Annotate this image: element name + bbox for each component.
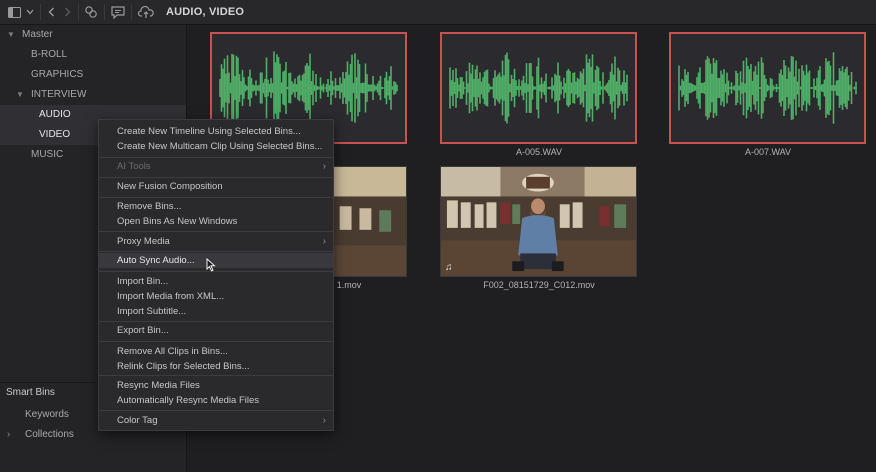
menu-item-new-fusion-composition[interactable]: New Fusion Composition [99,179,333,194]
menu-item-remove-bins[interactable]: Remove Bins... [99,199,333,214]
waveform-icon [449,52,628,124]
cloud-sync-icon[interactable] [137,4,155,20]
bin-label: INTERVIEW [31,89,87,100]
menu-item-label: Proxy Media [117,236,170,247]
menu-item-relink-clips[interactable]: Relink Clips for Selected Bins... [99,359,333,374]
chevron-down-icon[interactable]: ▼ [6,25,16,45]
bin-graphics[interactable]: GRAPHICS [0,65,186,85]
comment-icon[interactable] [110,4,126,20]
chevron-right-icon: › [322,415,326,426]
smart-bins-title: Smart Bins [6,387,55,398]
bin-label: B-ROLL [31,49,68,60]
bin-master[interactable]: ▼ Master [0,25,186,45]
link-icon[interactable] [83,4,99,20]
chevron-right-icon: › [322,161,326,172]
menu-item-open-bins-windows[interactable]: Open Bins As New Windows [99,214,333,229]
clip-thumbnail-audio-2[interactable] [440,32,637,144]
menu-item-import-subtitle[interactable]: Import Subtitle... [99,304,333,319]
menu-item-create-timeline[interactable]: Create New Timeline Using Selected Bins.… [99,124,333,139]
menu-item-create-multicam[interactable]: Create New Multicam Clip Using Selected … [99,139,333,154]
smart-bin-label: Keywords [25,409,69,420]
chevron-down-icon[interactable] [24,4,36,20]
menu-item-label: AI Tools [117,161,151,172]
back-arrow-icon[interactable] [45,4,57,20]
clip-name: F002_08151729_C012.mov [483,280,595,290]
bin-context-menu: Create New Timeline Using Selected Bins.… [98,119,334,431]
menu-item-ai-tools: AI Tools › [99,159,333,174]
clip-thumbnail-audio-3[interactable] [669,32,866,144]
breadcrumb: AUDIO, VIDEO [166,6,245,18]
chevron-right-icon[interactable]: › [7,425,15,445]
bin-label: AUDIO [39,109,71,120]
bin-label: GRAPHICS [31,69,84,80]
menu-item-auto-resync-media[interactable]: Automatically Resync Media Files [99,393,333,408]
clip-name: A-007.WAV [744,147,791,157]
menu-item-import-media-xml[interactable]: Import Media from XML... [99,289,333,304]
bin-label: MUSIC [31,149,64,160]
bin-label: Master [22,29,53,40]
menu-item-remove-all-clips[interactable]: Remove All Clips in Bins... [99,344,333,359]
menu-item-proxy-media[interactable]: Proxy Media › [99,234,333,249]
bin-interview[interactable]: ▼ INTERVIEW [0,85,186,105]
menu-item-export-bin[interactable]: Export Bin... [99,323,333,338]
chevron-right-icon: › [322,236,326,247]
menu-item-import-bin[interactable]: Import Bin... [99,274,333,289]
clip-name: A-005.WAV [515,147,562,157]
bin-label: VIDEO [39,129,71,140]
menu-item-resync-media[interactable]: Resync Media Files [99,378,333,393]
waveform-icon [678,52,857,124]
mouse-pointer-icon [206,257,217,275]
audio-note-icon: ♫ [445,262,453,273]
menu-item-label: Color Tag [117,415,158,426]
top-toolbar: AUDIO, VIDEO [0,0,876,25]
smart-bin-label: Collections [25,429,74,440]
menu-item-color-tag[interactable]: Color Tag › [99,413,333,428]
clip-thumbnail-video-2[interactable]: ♫ [440,166,637,277]
video-frame-image [441,167,636,276]
forward-arrow-icon[interactable] [61,4,73,20]
toggle-panel-icon[interactable] [6,4,22,20]
bin-b-roll[interactable]: B-ROLL [0,45,186,65]
chevron-down-icon[interactable]: ▼ [15,85,25,105]
